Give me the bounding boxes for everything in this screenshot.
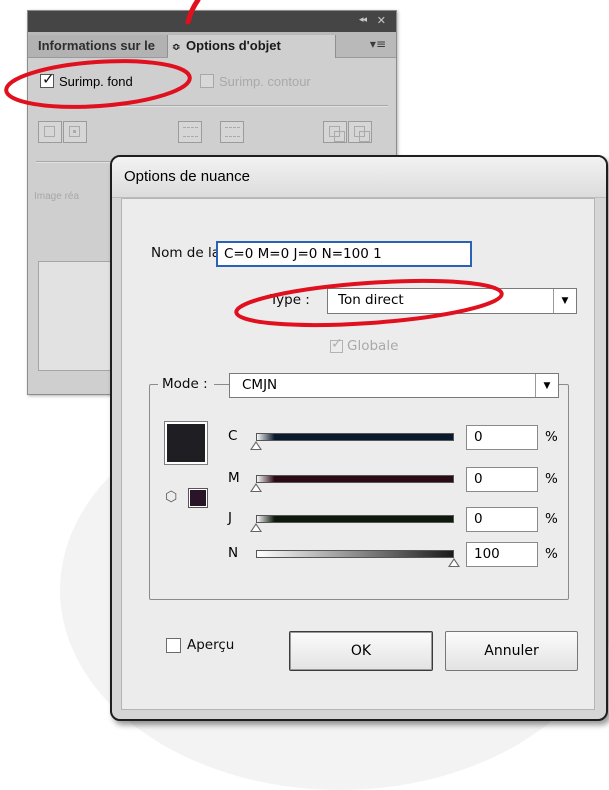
arrows-icon bbox=[225, 127, 240, 137]
slider-thumb-j[interactable] bbox=[250, 523, 262, 532]
percent-label: % bbox=[545, 546, 558, 562]
preview-label: Aperçu bbox=[187, 637, 235, 653]
checkbox-box bbox=[166, 637, 181, 653]
dialog-title: Options de nuance bbox=[124, 168, 250, 185]
center-point-icon bbox=[69, 126, 80, 137]
mode-select[interactable]: CMJN ▼ bbox=[229, 373, 559, 398]
global-label: Globale bbox=[347, 338, 399, 354]
collapse-panel-icon[interactable]: ◂◂ bbox=[359, 15, 367, 25]
overlap-icon bbox=[354, 126, 370, 142]
value-input-j[interactable]: 0 bbox=[466, 507, 538, 532]
slider-track-c[interactable] bbox=[256, 433, 454, 441]
direction-button-2[interactable] bbox=[220, 121, 244, 143]
value-input-m[interactable]: 0 bbox=[466, 467, 538, 492]
overprint-stroke-checkbox[interactable]: Surimp. contour bbox=[200, 71, 311, 91]
panel-tab-bar: Informations sur le ≎ Options d'objet ▾≡ bbox=[28, 32, 396, 58]
percent-label: % bbox=[545, 429, 558, 445]
checkbox-box: ✓ bbox=[40, 71, 55, 88]
slider-label-m: M bbox=[228, 470, 240, 486]
preview-checkbox[interactable]: Aperçu bbox=[166, 637, 234, 653]
chevron-down-icon: ▼ bbox=[535, 374, 558, 397]
slider-thumb-m[interactable] bbox=[250, 483, 262, 492]
nonprinting-button[interactable] bbox=[38, 121, 62, 143]
tab-object-options-label: Options d'objet bbox=[186, 38, 281, 53]
slider-label-j: J bbox=[228, 510, 232, 526]
type-select-value: Ton direct bbox=[338, 292, 404, 308]
close-panel-icon[interactable]: ✕ bbox=[377, 14, 386, 27]
slider-track-n[interactable] bbox=[256, 550, 454, 558]
value-input-n[interactable]: 100 bbox=[466, 542, 538, 567]
pathfinder-button-1[interactable] bbox=[323, 121, 347, 143]
arrows-icon bbox=[183, 127, 198, 137]
square-icon bbox=[44, 126, 55, 137]
dialog-title-bar[interactable]: Options de nuance bbox=[112, 157, 606, 198]
direction-button-1[interactable] bbox=[178, 121, 202, 143]
center-point-button[interactable] bbox=[63, 121, 87, 143]
cancel-button[interactable]: Annuler bbox=[445, 631, 578, 671]
slider-thumb-c[interactable] bbox=[250, 441, 262, 450]
pathfinder-button-2[interactable] bbox=[348, 121, 372, 143]
percent-label: % bbox=[545, 511, 558, 527]
mode-label: Mode : bbox=[158, 376, 214, 392]
mode-group bbox=[149, 384, 569, 600]
panel-title-bar: ◂◂ ✕ bbox=[28, 11, 396, 32]
type-select[interactable]: Ton direct ▼ bbox=[327, 288, 577, 314]
global-checkbox[interactable]: ✓ Globale bbox=[330, 336, 399, 354]
slider-label-n: N bbox=[228, 545, 239, 561]
value-input-c[interactable]: 0 bbox=[466, 425, 538, 450]
overprint-fill-label: Surimp. fond bbox=[59, 73, 133, 89]
swatch-name-input[interactable]: C=0 M=0 J=0 N=100 1 bbox=[216, 241, 472, 267]
slider-track-j[interactable] bbox=[256, 515, 454, 523]
tab-attributes-label: Informations sur le bbox=[38, 38, 156, 53]
percent-label: % bbox=[545, 471, 558, 487]
check-icon: ✓ bbox=[331, 335, 343, 352]
tab-object-options[interactable]: ≎ Options d'objet bbox=[168, 35, 336, 58]
type-label: Type : bbox=[270, 292, 310, 308]
tab-expand-icon: ≎ bbox=[172, 42, 181, 53]
panel-menu-icon[interactable]: ▾≡ bbox=[370, 37, 386, 51]
chevron-down-icon: ▼ bbox=[553, 289, 576, 313]
web-color-swatch[interactable] bbox=[188, 488, 208, 508]
checkbox-box: ✓ bbox=[330, 336, 343, 353]
slider-thumb-n[interactable] bbox=[448, 558, 460, 567]
overlap-icon bbox=[329, 126, 345, 142]
checkbox-box bbox=[200, 74, 214, 88]
slider-track-m[interactable] bbox=[256, 475, 454, 483]
tab-attributes[interactable]: Informations sur le bbox=[28, 35, 168, 57]
overprint-fill-checkbox[interactable]: ✓ Surimp. fond bbox=[40, 71, 133, 91]
image-map-label: Image réa bbox=[34, 191, 80, 202]
ok-button[interactable]: OK bbox=[289, 631, 433, 671]
mode-select-value: CMJN bbox=[242, 377, 278, 393]
slider-label-c: C bbox=[228, 428, 238, 444]
check-icon: ✓ bbox=[42, 71, 55, 88]
overprint-stroke-label: Surimp. contour bbox=[219, 73, 311, 89]
out-of-gamut-icon[interactable]: ⬡ bbox=[165, 489, 177, 505]
divider bbox=[36, 105, 388, 107]
current-color-swatch bbox=[164, 421, 208, 465]
